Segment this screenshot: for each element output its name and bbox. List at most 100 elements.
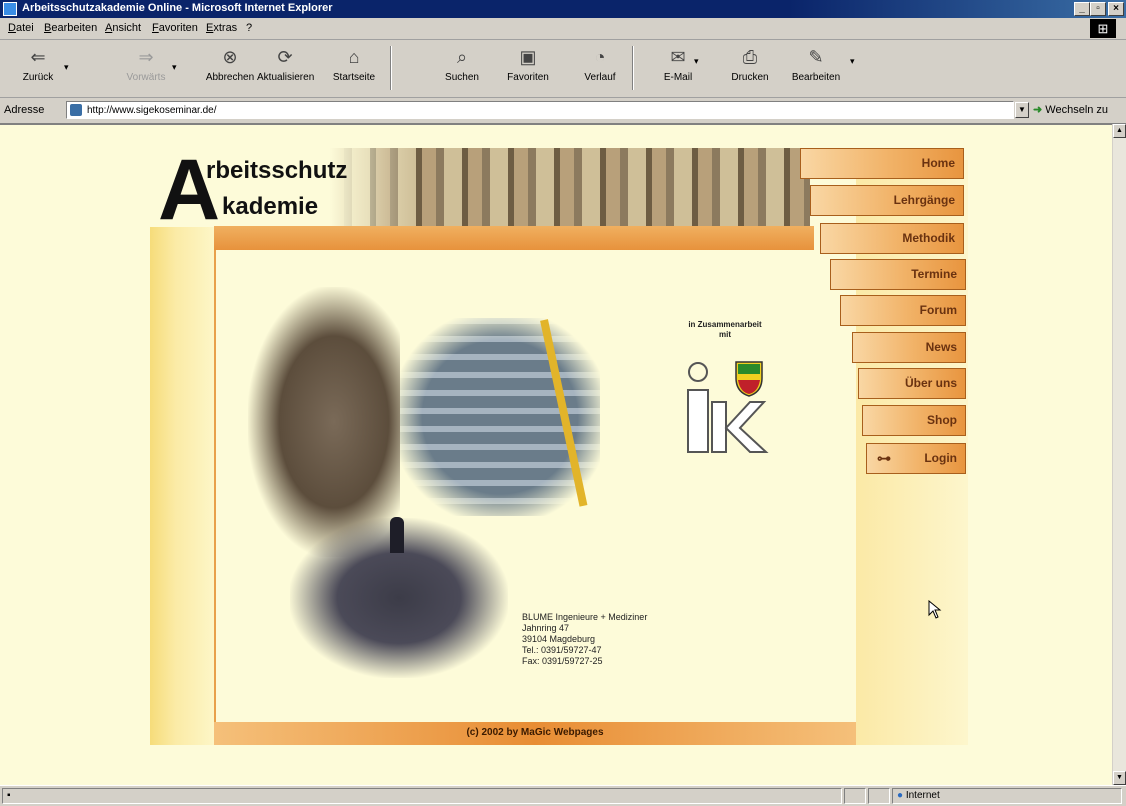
- close-button[interactable]: ×: [1108, 2, 1124, 16]
- nav-termine-label: Termine: [911, 267, 957, 281]
- refresh-button[interactable]: ⟳ Aktualisieren: [257, 44, 315, 94]
- building-photo: [400, 318, 600, 516]
- forward-button[interactable]: ⇒ Vorwärts: [118, 44, 174, 94]
- home-label: Startseite: [332, 72, 376, 83]
- home-icon: ⌂: [348, 47, 360, 67]
- nav-news-label: News: [925, 340, 957, 354]
- status-bar: ▪ ● Internet: [0, 785, 1126, 806]
- toolbar-separator: [390, 46, 392, 90]
- ik-partner-logo[interactable]: [684, 358, 770, 456]
- back-arrow-icon: ⇐: [30, 47, 46, 67]
- nav-home[interactable]: Home: [800, 148, 964, 179]
- mail-label: E-Mail: [663, 72, 693, 83]
- scroll-down-button[interactable]: ▼: [1113, 771, 1126, 785]
- address-bar: Adresse ▼ ➜ Wechseln zu: [0, 98, 1126, 124]
- nav-login[interactable]: ⊶ Login: [866, 443, 966, 474]
- status-zone: ● Internet: [892, 788, 1122, 804]
- search-button[interactable]: ⌕ Suchen: [434, 44, 490, 94]
- back-dropdown-icon[interactable]: ▾: [64, 62, 69, 73]
- mail-button[interactable]: ✉ E-Mail: [650, 44, 706, 94]
- globe-icon: ●: [897, 790, 904, 801]
- address-label: Adresse: [4, 104, 45, 116]
- history-icon: ◔: [594, 47, 606, 67]
- menu-ansicht[interactable]: Ansicht: [105, 22, 141, 34]
- favorites-button[interactable]: ▣ Favoriten: [500, 44, 556, 94]
- contact-company: BLUME Ingenieure + Mediziner: [522, 612, 648, 622]
- contact-street: Jahnring 47: [522, 623, 570, 633]
- maximize-button[interactable]: ▫: [1090, 2, 1106, 16]
- window-title: Arbeitsschutzakademie Online - Microsoft…: [22, 2, 333, 14]
- nav-lehrgaenge[interactable]: Lehrgänge: [810, 185, 964, 216]
- nav-forum-label: Forum: [919, 303, 957, 317]
- minimize-button[interactable]: _: [1074, 2, 1090, 16]
- home-button[interactable]: ⌂ Startseite: [326, 44, 382, 94]
- print-button[interactable]: ⎙ Drucken: [722, 44, 778, 94]
- forward-dropdown-icon[interactable]: ▾: [172, 62, 177, 73]
- ie-window-icon[interactable]: [3, 2, 17, 16]
- go-button[interactable]: ➜ Wechseln zu: [1033, 103, 1108, 116]
- forward-label: Vorwärts: [126, 72, 166, 83]
- vertical-scrollbar[interactable]: ▲ ▼: [1112, 124, 1126, 785]
- nav-forum[interactable]: Forum: [840, 295, 966, 326]
- edit-button[interactable]: ✎ Bearbeiten: [788, 44, 844, 94]
- key-icon: ⊶: [877, 450, 891, 466]
- back-label: Zurück: [22, 72, 54, 83]
- nav-methodik-label: Methodik: [902, 231, 955, 245]
- scroll-up-button[interactable]: ▲: [1113, 124, 1126, 138]
- nav-ueber-uns-label: Über uns: [904, 376, 957, 390]
- address-input[interactable]: [87, 103, 987, 117]
- windows-logo-icon: ⊞: [1090, 19, 1116, 38]
- nav-methodik[interactable]: Methodik: [820, 223, 964, 254]
- refresh-icon: ⟳: [277, 47, 293, 67]
- nav-home-label: Home: [921, 156, 955, 170]
- search-label: Suchen: [445, 72, 479, 83]
- menu-favoriten[interactable]: Favoriten: [152, 22, 198, 34]
- toolbar-separator: [632, 46, 634, 90]
- contact-phone: Tel.: 0391/59727-47: [522, 645, 602, 655]
- status-panel-extra: [868, 788, 890, 804]
- status-page-icon: ▪: [7, 790, 11, 801]
- standard-toolbar: ⇐ Zurück ▾ ⇒ Vorwärts ▾ ⊗ Abbrechen ⟳ Ak…: [0, 40, 1126, 98]
- history-button[interactable]: ◔ Verlauf: [572, 44, 628, 94]
- mail-dropdown-icon[interactable]: ▾: [694, 56, 699, 67]
- window-title-bar[interactable]: Arbeitsschutzakademie Online - Microsoft…: [0, 0, 1126, 18]
- address-field[interactable]: [66, 101, 1014, 119]
- cooperation-line2: mit: [719, 330, 731, 339]
- nav-lehrgaenge-label: Lehrgänge: [893, 193, 955, 207]
- edit-label: Bearbeiten: [791, 72, 841, 83]
- go-arrow-icon: ➜: [1033, 104, 1043, 116]
- menu-extras[interactable]: Extras: [206, 22, 237, 34]
- stop-label: Abbrechen: [205, 72, 255, 83]
- cooperation-line1: in Zusammenarbeit: [688, 320, 762, 329]
- favorites-icon: ▣: [519, 47, 537, 67]
- contact-city: 39104 Magdeburg: [522, 634, 596, 644]
- go-label: Wechseln zu: [1045, 104, 1109, 116]
- status-panel-lock: [844, 788, 866, 804]
- contact-fax: Fax: 0391/59727-25: [522, 656, 603, 666]
- header-orange-band: [214, 226, 814, 250]
- favorites-label: Favoriten: [507, 72, 549, 83]
- menu-bar: Datei Bearbeiten Ansicht Favoriten Extra…: [0, 18, 1126, 40]
- nav-shop-label: Shop: [927, 413, 957, 427]
- nav-shop[interactable]: Shop: [862, 405, 966, 436]
- nav-ueber-uns[interactable]: Über uns: [858, 368, 966, 399]
- forward-arrow-icon: ⇒: [138, 47, 154, 67]
- cooperation-text: in Zusammenarbeit mit: [660, 320, 790, 340]
- footer-copyright: (c) 2002 by MaGic Webpages: [466, 727, 604, 738]
- nav-news[interactable]: News: [852, 332, 966, 363]
- print-label: Drucken: [731, 72, 769, 83]
- speaker-figure: [390, 517, 404, 553]
- menu-help[interactable]: ?: [246, 22, 252, 34]
- menu-bearbeiten[interactable]: Bearbeiten: [44, 22, 97, 34]
- edit-dropdown-icon[interactable]: ▾: [850, 56, 855, 67]
- status-zone-label: Internet: [905, 790, 940, 801]
- logo-line1: rbeitsschutz: [206, 157, 348, 184]
- address-dropdown-button[interactable]: ▼: [1015, 102, 1029, 118]
- back-button[interactable]: ⇐ Zurück: [10, 44, 66, 94]
- status-main-panel: ▪: [2, 788, 842, 804]
- stop-icon: ⊗: [222, 47, 238, 67]
- menu-datei[interactable]: Datei: [8, 22, 34, 34]
- refresh-label: Aktualisieren: [257, 72, 315, 83]
- stop-button[interactable]: ⊗ Abbrechen: [202, 44, 258, 94]
- nav-termine[interactable]: Termine: [830, 259, 966, 290]
